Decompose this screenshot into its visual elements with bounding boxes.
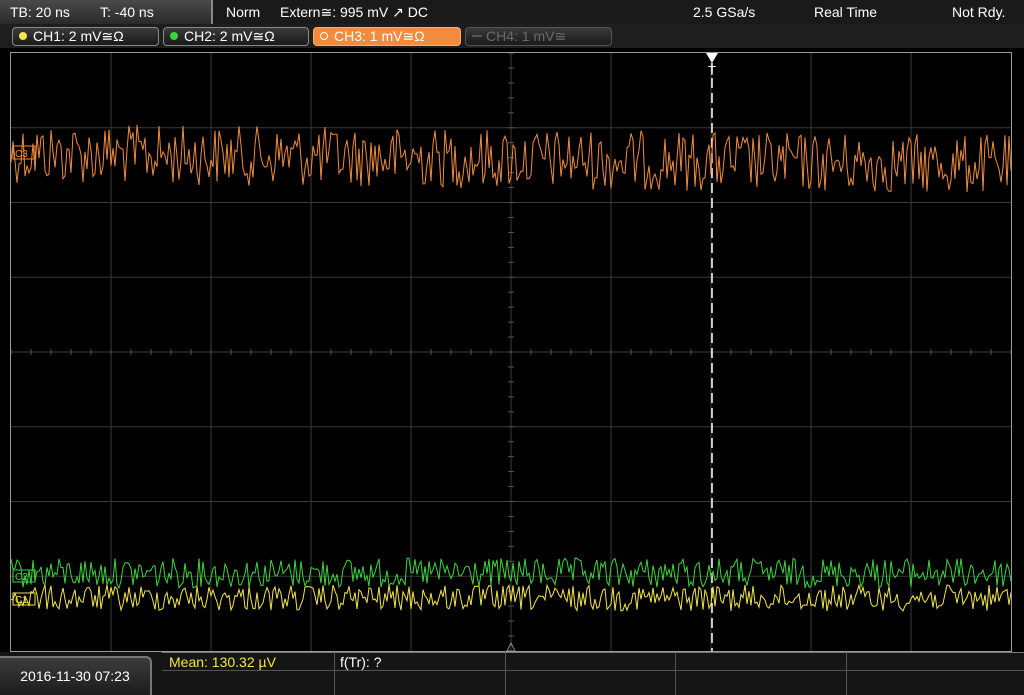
- graticule-grid: [11, 53, 1011, 651]
- measurement-table-lines: [162, 652, 1024, 695]
- channel-4-off-icon: [472, 35, 482, 37]
- channel-bar: CH1: 2 mV≅Ω CH2: 2 mV≅Ω CH3: 1 mV≅Ω CH4:…: [0, 24, 1024, 48]
- channel-3-label: CH3: 1 mV≅Ω: [334, 28, 425, 44]
- channel-4-button[interactable]: CH4: 1 mV≅: [465, 27, 612, 46]
- channel-2-label: CH2: 2 mV≅Ω: [184, 28, 275, 44]
- trigger-mode-label[interactable]: Norm: [226, 0, 260, 24]
- channel-1-button[interactable]: CH1: 2 mV≅Ω: [12, 27, 159, 46]
- channel-1-offset-marker-icon: C1: [12, 592, 36, 606]
- channel-1-marker-label: C1: [15, 595, 28, 606]
- channel-2-button[interactable]: CH2: 2 mV≅Ω: [163, 27, 309, 46]
- channel-2-dot-icon: [170, 32, 178, 40]
- channel-3-dot-icon: [320, 32, 328, 40]
- channel-2-marker-label: C2: [15, 572, 28, 583]
- mean-measurement[interactable]: Mean: 130.32 µV: [169, 654, 276, 670]
- waveform-display[interactable]: T C3 C2 C1: [10, 52, 1012, 652]
- channel-3-marker-label: C3: [15, 149, 28, 160]
- trigger-frequency-measurement[interactable]: f(Tr): ?: [340, 654, 381, 670]
- waveform-svg: T C3 C2 C1: [11, 53, 1011, 651]
- timebase-box[interactable]: TB: 20 ns T: -40 ns: [0, 0, 213, 24]
- channel-4-label: CH4: 1 mV≅: [486, 28, 567, 44]
- trigger-source-label[interactable]: Extern≅: 995 mV ↗ DC: [280, 0, 428, 24]
- datetime-display: 2016-11-30 07:23: [0, 656, 152, 695]
- channel-1-label: CH1: 2 mV≅Ω: [33, 28, 124, 44]
- acquisition-mode-label[interactable]: Real Time: [814, 0, 877, 24]
- channel-3-button[interactable]: CH3: 1 mV≅Ω: [313, 27, 461, 46]
- measurement-table[interactable]: Mean: 130.32 µV f(Tr): ?: [162, 652, 1024, 695]
- trigger-position-label[interactable]: T: -40 ns: [100, 0, 154, 24]
- trigger-status-label: Not Rdy.: [952, 4, 1006, 20]
- status-bar: TB: 20 ns T: -40 ns Norm Extern≅: 995 mV…: [0, 0, 1024, 24]
- sample-rate-label[interactable]: 2.5 GSa/s: [693, 0, 755, 24]
- timebase-label[interactable]: TB: 20 ns: [10, 0, 70, 24]
- channel-1-dot-icon: [19, 32, 27, 40]
